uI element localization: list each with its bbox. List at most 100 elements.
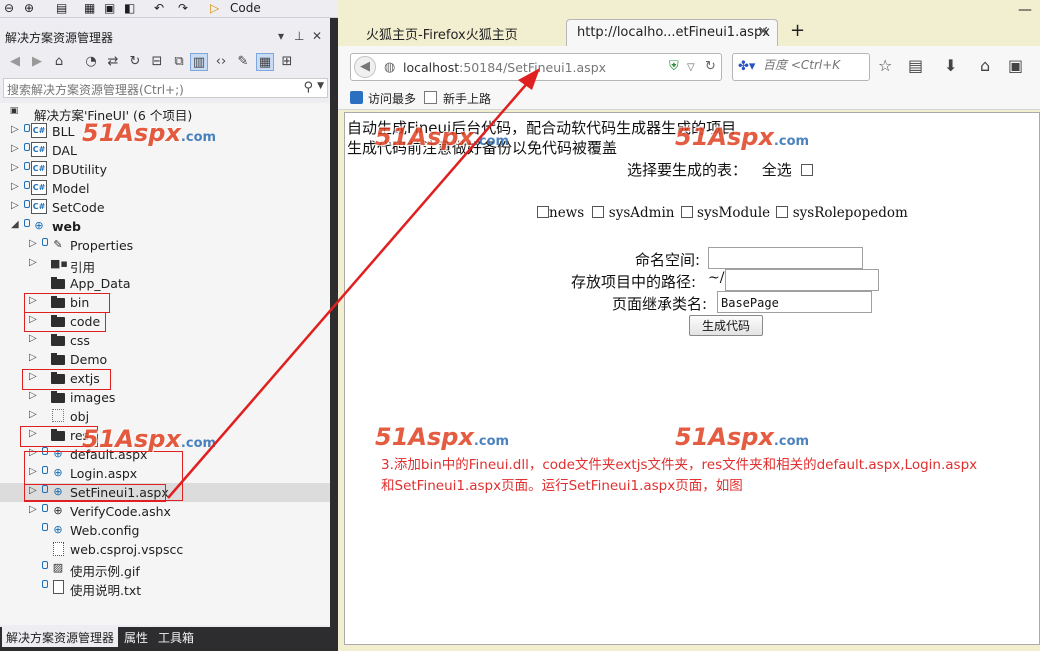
minimize-icon[interactable]: — [1018,2,1032,18]
tree-node-app-data[interactable]: App_Data [0,274,330,293]
checkbox-sysrolepopedom[interactable] [776,206,789,218]
close-icon[interactable]: ✕ [312,29,322,43]
tree-node-usage-gif[interactable]: ▨ 使用示例.gif [0,559,330,579]
expand-arrow-icon[interactable]: ▷ [11,181,19,192]
undo-icon[interactable]: ↶ [154,1,164,15]
tree-node-vspscc[interactable]: web.csproj.vspscc [0,540,330,559]
tree-node-verifycode-ashx[interactable]: ▷ ⊕ VerifyCode.ashx [0,502,330,521]
new-tab-button[interactable]: + [790,20,805,41]
expand-arrow-icon[interactable]: ▷ [11,143,19,154]
tab-firefox-home[interactable]: 火狐主页-Firefox火狐主页 [356,19,556,46]
tree-node-obj[interactable]: ▷ obj [0,407,330,426]
copy-icon[interactable]: ⧉ [170,53,188,71]
namespace-input[interactable] [709,249,862,269]
save-all-icon[interactable]: ◧ [124,1,135,15]
expand-arrow-icon[interactable]: ▷ [29,333,37,344]
home-icon[interactable]: ⌂ [980,56,990,75]
annotation-box-extjs [22,369,111,390]
tree-node-web-config[interactable]: ⊕ Web.config [0,521,330,540]
checkbox-sysmodule[interactable] [680,206,693,218]
save-icon[interactable]: ▣ [104,1,115,15]
download-icon[interactable]: ⬇ [944,56,957,75]
back-icon[interactable]: ⊖ [4,1,14,15]
preview-icon[interactable]: ▦ [256,53,274,71]
expand-arrow-icon[interactable]: ▷ [29,504,37,515]
pending-changes-icon[interactable]: ◔ [82,53,100,71]
expand-arrow-icon[interactable]: ▷ [11,124,19,135]
tab-properties[interactable]: 属性 [120,627,152,647]
expand-arrow-icon[interactable]: ▷ [11,200,19,211]
solution-tree: ▣ 解决方案'FineUI' (6 个项目) ▷ C# BLL ▷ C# DAL… [0,103,330,625]
run-icon[interactable]: ▷ [210,1,219,15]
run-target-label[interactable]: Code [230,1,261,15]
back-icon[interactable]: ◀ [6,53,24,71]
tree-node-references[interactable]: ▷ ■▪ 引用 [0,255,330,275]
bookmark-star-icon[interactable]: ☆ [878,56,892,75]
text-file-icon [53,580,64,594]
expand-arrow-icon[interactable]: ▷ [29,238,37,249]
baidu-icon[interactable]: ✤▾ [738,59,755,74]
sync-icon[interactable]: ⇄ [104,53,122,71]
lock-icon [24,143,30,151]
hidden-folder-icon [52,409,64,422]
back-button[interactable]: ◀ [354,56,376,78]
lock-icon [42,238,48,246]
properties-icon[interactable]: ✎ [234,53,252,71]
new-project-icon[interactable]: ▤ [56,1,67,15]
home-icon[interactable]: ⌂ [50,53,68,71]
expand-arrow-icon[interactable]: ▷ [29,352,37,363]
tree-node-css[interactable]: ▷ css [0,331,330,350]
tree-node-properties[interactable]: ▷ ✎ Properties [0,236,330,255]
reading-list-icon[interactable]: ▤ [908,56,923,75]
solution-icon: ▣ [9,106,19,116]
tree-node-setcode[interactable]: ▷ C# SetCode [0,198,330,217]
expand-arrow-icon[interactable]: ▷ [11,162,19,173]
reload-icon[interactable]: ↻ [705,59,716,74]
csharp-project-icon: C# [31,180,47,195]
search-options-icon[interactable]: ▼ [317,81,324,91]
bookmark-getting-started[interactable]: 新手上路 [443,90,491,107]
forward-icon[interactable]: ⊕ [24,1,34,15]
expand-arrow-icon[interactable]: ▷ [29,390,37,401]
tree-node-images[interactable]: ▷ images [0,388,330,407]
base-class-input[interactable] [718,293,871,313]
view-code-icon[interactable]: ‹› [212,53,230,71]
path-input[interactable] [726,271,878,291]
checkbox-sysadmin[interactable] [592,206,605,218]
collapse-arrow-icon[interactable]: ◢ [11,219,19,230]
class-diagram-icon[interactable]: ⊞ [278,53,296,71]
tab-setfineui1[interactable]: http://localho...etFineui1.aspx ✕ [566,19,778,46]
panel-dropdown-icon[interactable]: ▾ [278,29,284,43]
search-input[interactable] [763,58,867,72]
history-dropdown-icon[interactable]: ▽ [687,62,695,73]
screenshot-icon[interactable]: ▣ [1008,56,1023,75]
bookmark-most-visited[interactable]: 访问最多 [368,90,416,107]
collapse-all-icon[interactable]: ⊟ [148,53,166,71]
shield-icon[interactable]: ⛨ [669,59,679,74]
url-bar[interactable]: ◀ ◍ localhost:50184/SetFineui1.aspx ⛨ ▽ … [350,53,722,81]
tree-node-model[interactable]: ▷ C# Model [0,179,330,198]
pin-icon[interactable]: ⊥ [294,29,304,43]
search-bar[interactable]: ✤▾ [732,53,870,81]
select-all-checkbox[interactable] [800,164,813,176]
show-all-files-icon[interactable]: ▥ [190,53,208,71]
tree-node-web[interactable]: ◢ ⊕ web [0,217,330,236]
forward-icon[interactable]: ▶ [28,53,46,71]
open-icon[interactable]: ▦ [84,1,95,15]
close-tab-icon[interactable]: ✕ [757,24,769,40]
checkbox-news[interactable] [537,206,549,218]
solution-search-input[interactable] [4,81,294,99]
url-text[interactable]: localhost:50184/SetFineui1.aspx [403,60,606,75]
expand-arrow-icon[interactable]: ▷ [29,409,37,420]
tree-node-dbutility[interactable]: ▷ C# DBUtility [0,160,330,179]
search-icon[interactable]: ⚲ [303,80,313,95]
web-project-icon: ⊕ [34,219,44,232]
expand-arrow-icon[interactable]: ▷ [29,257,37,268]
tab-toolbox[interactable]: 工具箱 [154,627,198,647]
generate-code-button[interactable]: 生成代码 [689,315,763,336]
refresh-icon[interactable]: ↻ [126,53,144,71]
tab-solution-explorer[interactable]: 解决方案资源管理器 [2,627,119,647]
tree-node-demo[interactable]: ▷ Demo [0,350,330,369]
redo-icon[interactable]: ↷ [178,1,188,15]
tree-node-readme-txt[interactable]: 使用说明.txt [0,578,330,598]
